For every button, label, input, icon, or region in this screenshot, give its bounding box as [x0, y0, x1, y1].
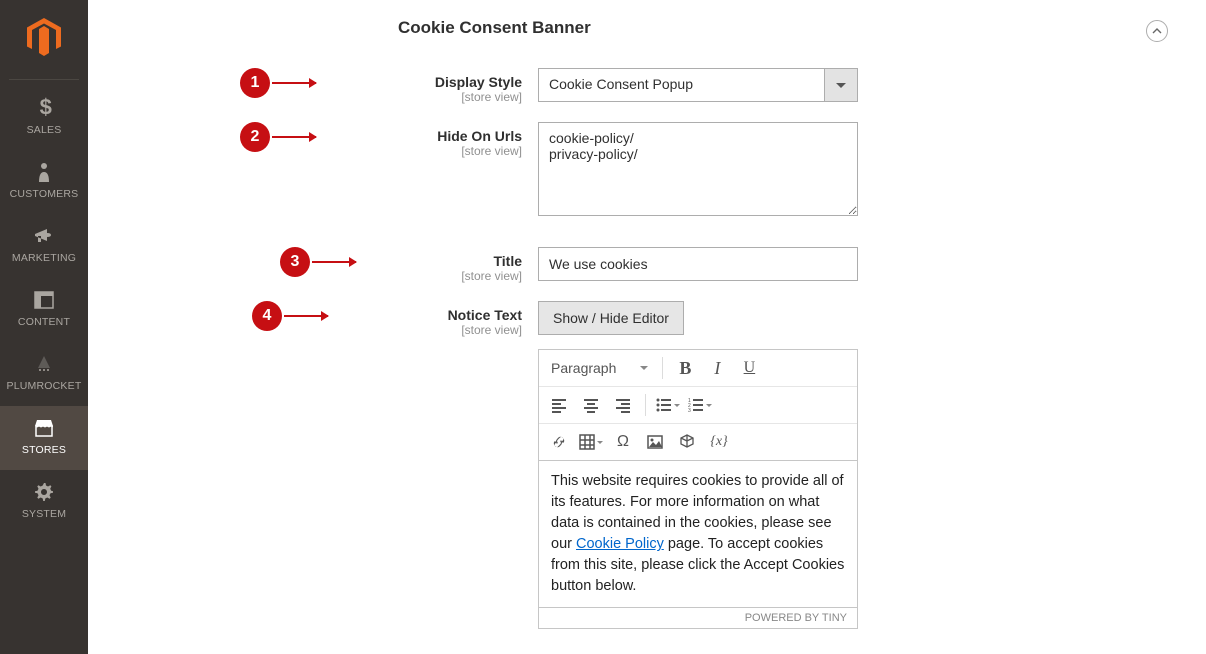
field-label-text: Display Style: [398, 74, 522, 90]
layout-icon: [4, 288, 84, 312]
link-button[interactable]: [545, 428, 573, 456]
page-title: Cookie Consent Banner: [398, 18, 1182, 38]
bullet-list-button[interactable]: [654, 391, 682, 419]
collapse-section-button[interactable]: [1146, 20, 1168, 42]
sidebar-item-system[interactable]: SYSTEM: [0, 470, 88, 534]
bold-button[interactable]: B: [671, 354, 699, 382]
sidebar-item-marketing[interactable]: MARKETING: [0, 214, 88, 278]
field-row-notice-text: 4 Notice Text [store view] Show / Hide E…: [112, 301, 1182, 629]
align-right-button[interactable]: [609, 391, 637, 419]
sidebar-item-content[interactable]: CONTENT: [0, 278, 88, 342]
field-scope-text: [store view]: [398, 144, 522, 158]
storefront-icon: [4, 416, 84, 440]
field-row-hide-on-urls: 2 Hide On Urls [store view]: [112, 122, 1182, 219]
annotation-marker-4: 4: [252, 301, 282, 331]
annotation-marker-3: 3: [280, 247, 310, 277]
show-hide-editor-button[interactable]: Show / Hide Editor: [538, 301, 684, 335]
wysiwyg-toolbar: Paragraph B I U 123 Ω: [538, 349, 858, 460]
toolbar-separator: [662, 357, 663, 379]
person-icon: [4, 160, 84, 184]
admin-sidebar: $ SALES CUSTOMERS MARKETING CONTENT PLUM…: [0, 0, 88, 654]
field-label-text: Hide On Urls: [398, 128, 522, 144]
tinymce-credit: POWERED BY TINY: [538, 608, 858, 629]
display-style-select[interactable]: Cookie Consent Popup: [538, 68, 858, 102]
field-label: 1 Display Style [store view]: [398, 68, 538, 104]
annotation-arrow: [272, 82, 316, 84]
title-input[interactable]: [538, 247, 858, 281]
field-row-display-style: 1 Display Style [store view] Cookie Cons…: [112, 68, 1182, 104]
sidebar-item-sales[interactable]: $ SALES: [0, 86, 88, 150]
wysiwyg-editor-body[interactable]: This website requires cookies to provide…: [538, 460, 858, 608]
numbered-list-button[interactable]: 123: [686, 391, 714, 419]
field-label: 3 Title [store view]: [398, 247, 538, 283]
underline-button[interactable]: U: [735, 354, 763, 382]
field-scope-text: [store view]: [398, 323, 522, 337]
annotation-arrow: [272, 136, 316, 138]
special-char-button[interactable]: Ω: [609, 428, 637, 456]
sidebar-label: CUSTOMERS: [4, 188, 84, 200]
field-label-text: Title: [398, 253, 522, 269]
annotation-marker-1: 1: [240, 68, 270, 98]
sidebar-item-stores[interactable]: STORES: [0, 406, 88, 470]
field-scope-text: [store view]: [398, 90, 522, 104]
sidebar-label: STORES: [4, 444, 84, 456]
variable-button[interactable]: {x}: [705, 428, 733, 456]
italic-button[interactable]: I: [703, 354, 731, 382]
sidebar-label: CONTENT: [4, 316, 84, 328]
sidebar-label: MARKETING: [4, 252, 84, 264]
widget-button[interactable]: [673, 428, 701, 456]
cookie-policy-link[interactable]: Cookie Policy: [576, 536, 664, 552]
main-content: Cookie Consent Banner 1 Display Style [s…: [88, 0, 1206, 654]
field-row-title: 3 Title [store view]: [112, 247, 1182, 283]
align-left-button[interactable]: [545, 391, 573, 419]
plumrocket-icon: [4, 352, 84, 376]
field-label: 4 Notice Text [store view]: [398, 301, 538, 337]
sidebar-label: SALES: [4, 124, 84, 136]
table-button[interactable]: [577, 428, 605, 456]
svg-text:$: $: [40, 97, 52, 119]
magento-logo: [27, 0, 61, 73]
megaphone-icon: [4, 224, 84, 248]
annotation-arrow: [284, 315, 328, 317]
annotation-marker-2: 2: [240, 122, 270, 152]
image-button[interactable]: [641, 428, 669, 456]
sidebar-item-plumrocket[interactable]: PLUMROCKET: [0, 342, 88, 406]
sidebar-item-customers[interactable]: CUSTOMERS: [0, 150, 88, 214]
chevron-down-icon[interactable]: [824, 68, 858, 102]
hide-on-urls-textarea[interactable]: [538, 122, 858, 216]
gear-icon: [4, 480, 84, 504]
field-scope-text: [store view]: [398, 269, 522, 283]
annotation-arrow: [312, 261, 356, 263]
field-label: 2 Hide On Urls [store view]: [398, 122, 538, 158]
format-dropdown[interactable]: Paragraph: [545, 356, 654, 380]
dollar-icon: $: [4, 96, 84, 120]
toolbar-separator: [645, 394, 646, 416]
field-label-text: Notice Text: [398, 307, 522, 323]
sidebar-label: PLUMROCKET: [4, 380, 84, 392]
align-center-button[interactable]: [577, 391, 605, 419]
svg-text:3: 3: [688, 408, 691, 413]
sidebar-label: SYSTEM: [4, 508, 84, 520]
select-value: Cookie Consent Popup: [538, 68, 824, 102]
